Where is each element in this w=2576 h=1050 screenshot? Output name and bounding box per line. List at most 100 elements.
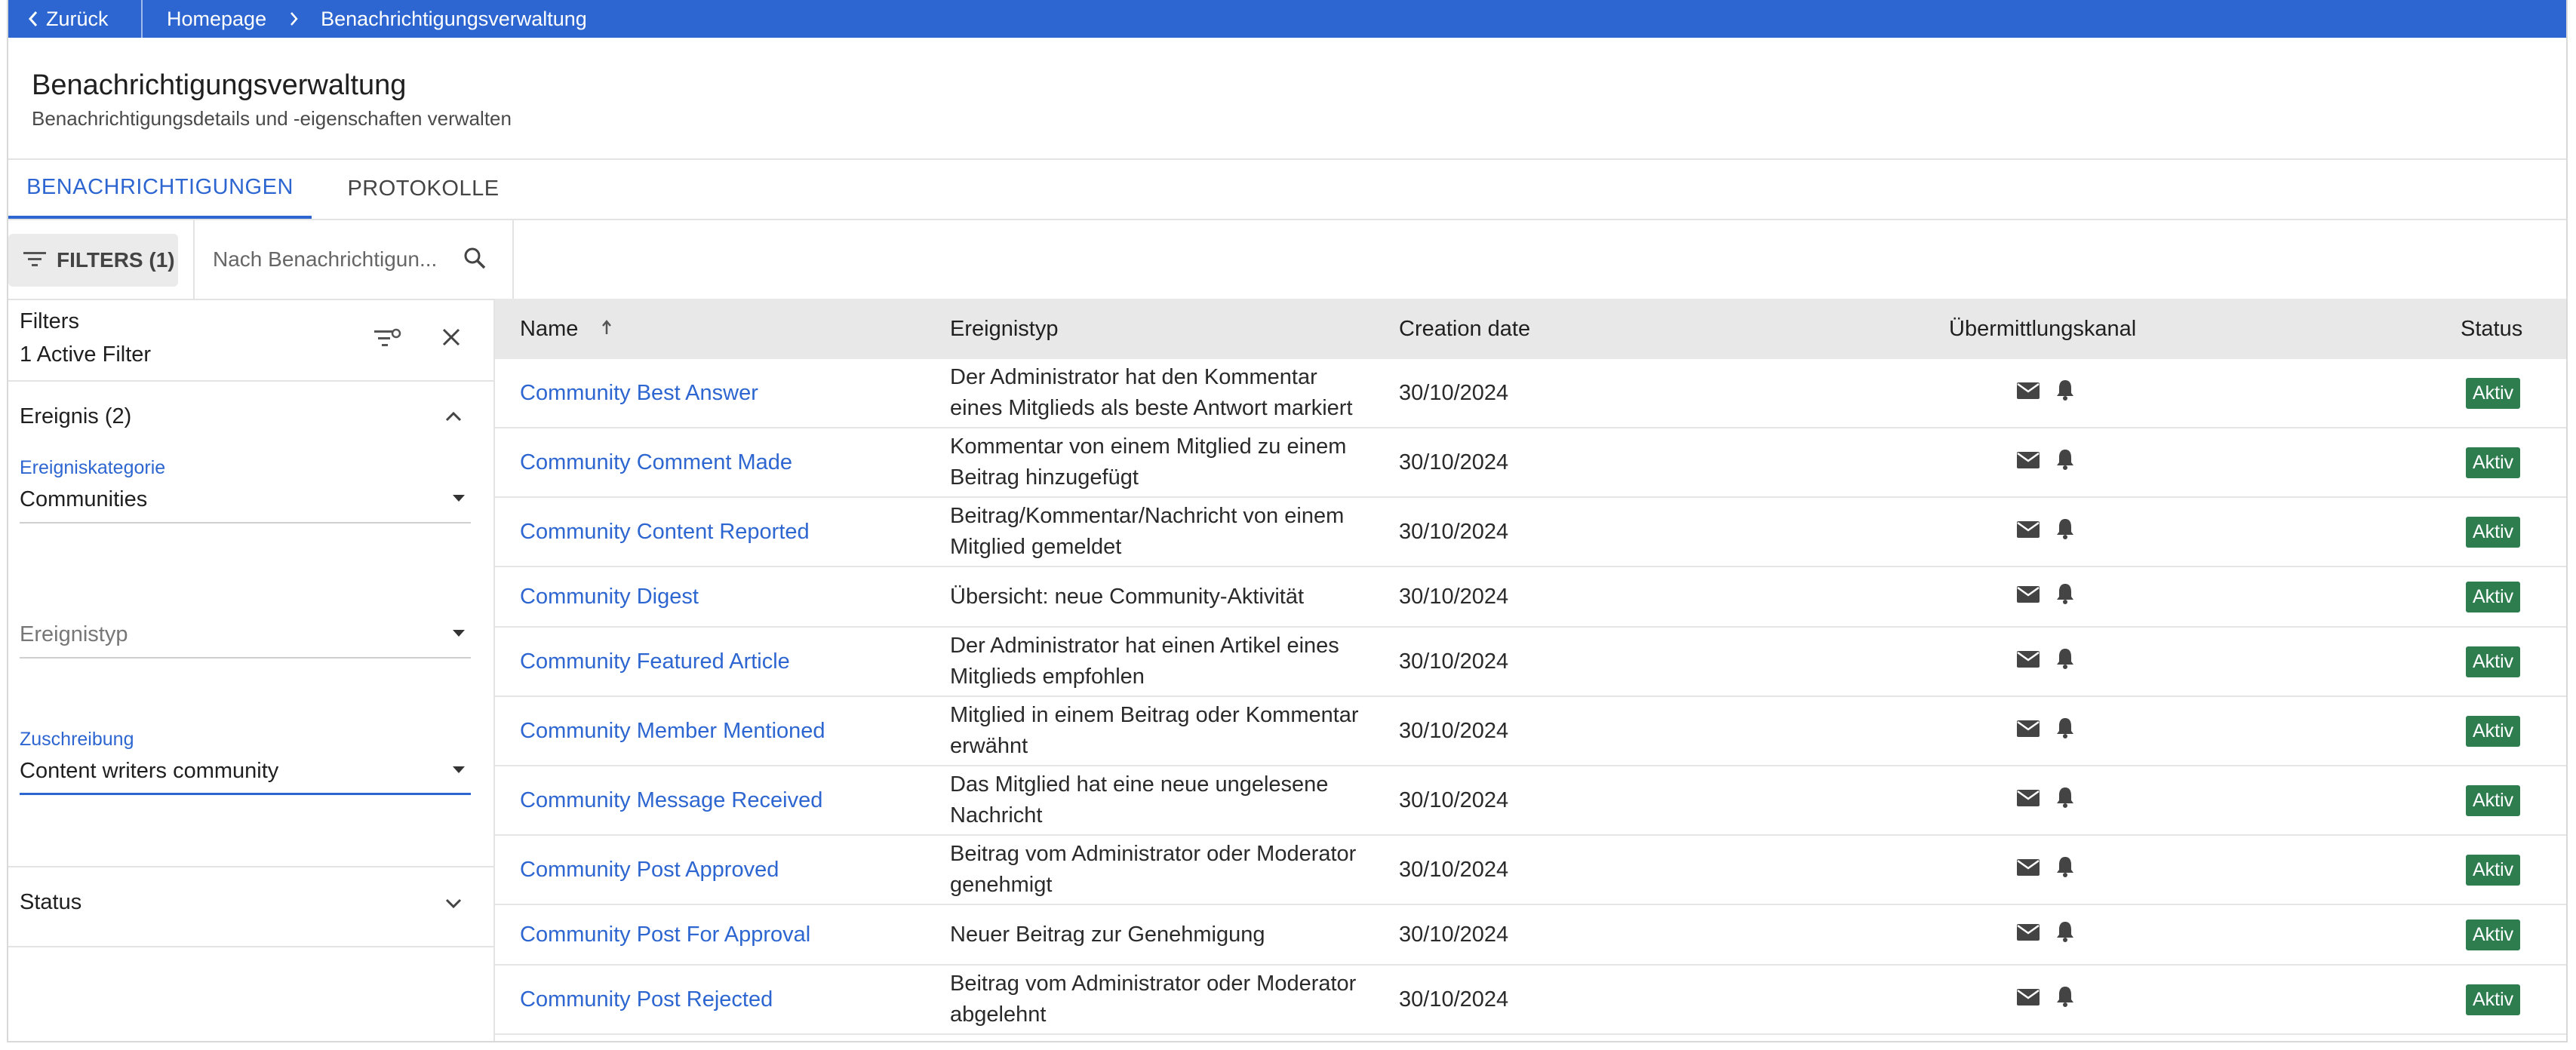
notifications-table: Name Ereignistyp Creation date Übermittl…	[495, 299, 2566, 1041]
back-button[interactable]: Zurück	[8, 8, 141, 31]
notification-name-link[interactable]: Community Message Received	[520, 766, 822, 834]
chevron-right-icon	[289, 11, 298, 26]
notification-name-link[interactable]: Community Post Rejected	[520, 966, 773, 1033]
filter-settings-icon[interactable]	[373, 327, 403, 354]
notification-name-link[interactable]: Community Post For Approval	[520, 905, 810, 964]
channel-cell	[2016, 766, 2075, 834]
page-subtitle: Benachrichtigungsdetails und -eigenschaf…	[32, 107, 512, 130]
category-label: Ereigniskategorie	[20, 457, 166, 478]
event-type-cell: Das Mitglied hat eine neue ungelesene Na…	[950, 772, 1329, 827]
status-cell: Aktiv	[2466, 905, 2521, 964]
status-badge: Aktiv	[2466, 581, 2521, 612]
event-type-select[interactable]: Ereignistyp	[20, 618, 471, 659]
notification-name-link[interactable]: Community Best Answer	[520, 359, 758, 427]
table-row[interactable]: Community Digest Übersicht: neue Communit…	[495, 567, 2566, 628]
channel-cell	[2016, 697, 2075, 765]
mail-icon	[2016, 788, 2040, 813]
chevron-left-icon	[28, 11, 38, 27]
bell-icon	[2055, 985, 2075, 1014]
column-header-event-type[interactable]: Ereignistyp	[950, 299, 1058, 359]
table-row[interactable]: Community Best Answer Der Administrator h…	[495, 359, 2566, 428]
column-header-creation-date[interactable]: Creation date	[1399, 299, 1530, 359]
chevron-down-icon[interactable]	[444, 898, 463, 913]
mail-icon	[2016, 719, 2040, 744]
creation-date-cell: 30/10/2024	[1399, 649, 1509, 674]
status-badge: Aktiv	[2466, 516, 2521, 548]
event-type-cell: Der Administrator hat einen Artikel eine…	[950, 634, 1339, 689]
chevron-up-icon[interactable]	[444, 410, 463, 426]
bell-icon	[2055, 448, 2075, 477]
table-row[interactable]: Community Featured Article Der Administra…	[495, 628, 2566, 697]
status-badge: Aktiv	[2466, 784, 2521, 816]
table-row[interactable]: Community Post Rejected Beitrag vom Admin…	[495, 966, 2566, 1035]
status-cell: Aktiv	[2466, 697, 2521, 765]
status-cell: Aktiv	[2466, 766, 2521, 834]
creation-date-cell: 30/10/2024	[1399, 450, 1509, 474]
category-select[interactable]: Communities	[20, 483, 471, 523]
event-type-cell: Beitrag vom Administrator oder Moderator…	[950, 972, 1357, 1027]
creation-date-cell: 30/10/2024	[1399, 857, 1509, 882]
event-type-cell: Der Administrator hat den Kommentar eine…	[950, 365, 1353, 420]
tab-logs[interactable]: PROTOKOLLE	[333, 158, 514, 219]
table-row[interactable]: Community Member Mentioned Mitglied in ei…	[495, 697, 2566, 766]
divider	[8, 380, 493, 382]
table-row[interactable]: Community Post For Approval Neuer Beitrag…	[495, 905, 2566, 966]
divider	[8, 866, 493, 867]
status-badge: Aktiv	[2466, 919, 2521, 950]
channel-cell	[2016, 836, 2075, 904]
close-icon[interactable]	[441, 327, 461, 351]
section-event-header[interactable]: Ereignis (2)	[20, 404, 131, 429]
search-icon[interactable]	[463, 247, 486, 273]
bell-icon	[2055, 920, 2075, 949]
status-badge: Aktiv	[2466, 377, 2521, 409]
mail-icon	[2016, 381, 2040, 406]
notification-name-link[interactable]: Community Content Reported	[520, 498, 810, 566]
status-badge: Aktiv	[2466, 715, 2521, 747]
channel-cell	[2016, 905, 2075, 964]
table-row[interactable]: Community Content Reported Beitrag/Kommen…	[495, 498, 2566, 567]
bell-icon	[2055, 855, 2075, 884]
back-label: Zurück	[46, 7, 109, 30]
column-header-channel[interactable]: Übermittlungskanal	[1949, 299, 2136, 359]
divider	[8, 946, 493, 947]
notification-name-link[interactable]: Community Featured Article	[520, 628, 790, 695]
column-name-label: Name	[520, 316, 579, 341]
breadcrumb-homepage[interactable]: Homepage	[167, 8, 266, 31]
assignment-label: Zuschreibung	[20, 729, 134, 750]
search-input[interactable]	[211, 247, 463, 272]
tab-bar: BENACHRICHTIGUNGEN PROTOKOLLE	[8, 158, 2566, 220]
table-row[interactable]: Community Message Received Das Mitglied h…	[495, 766, 2566, 836]
bell-icon	[2055, 582, 2075, 611]
event-type-cell: Mitglied in einem Beitrag oder Kommentar…	[950, 703, 1359, 758]
sort-arrow-up-icon[interactable]	[601, 317, 613, 342]
column-header-name[interactable]: Name	[520, 299, 613, 359]
creation-date-cell: 30/10/2024	[1399, 788, 1509, 812]
mail-icon	[2016, 649, 2040, 674]
channel-cell	[2016, 359, 2075, 427]
section-status-header[interactable]: Status	[20, 890, 81, 915]
notification-name-link[interactable]: Community Comment Made	[520, 428, 792, 496]
status-cell: Aktiv	[2466, 836, 2521, 904]
event-type-cell: Neuer Beitrag zur Genehmigung	[950, 922, 1265, 947]
channel-cell	[2016, 628, 2075, 695]
notification-name-link[interactable]: Community Post Approved	[520, 836, 779, 904]
filter-panel-title: Filters	[20, 309, 79, 333]
status-cell: Aktiv	[2466, 628, 2521, 695]
creation-date-cell: 30/10/2024	[1399, 718, 1509, 743]
assignment-value: Content writers community	[20, 759, 279, 783]
column-header-status[interactable]: Status	[2461, 299, 2522, 359]
status-cell: Aktiv	[2466, 567, 2521, 626]
event-type-placeholder: Ereignistyp	[20, 622, 128, 646]
status-badge: Aktiv	[2466, 447, 2521, 478]
notification-name-link[interactable]: Community Digest	[520, 567, 699, 626]
status-cell: Aktiv	[2466, 359, 2521, 427]
channel-cell	[2016, 498, 2075, 566]
assignment-select[interactable]: Content writers community	[20, 754, 471, 795]
tab-notifications[interactable]: BENACHRICHTIGUNGEN	[8, 158, 312, 219]
active-filter-count: 1 Active Filter	[20, 342, 152, 367]
table-row[interactable]: Community Post Approved Beitrag vom Admin…	[495, 836, 2566, 905]
notification-name-link[interactable]: Community Member Mentioned	[520, 697, 825, 765]
creation-date-cell: 30/10/2024	[1399, 922, 1509, 947]
table-row[interactable]: Community Comment Made Kommentar von eine…	[495, 428, 2566, 498]
filters-button[interactable]: FILTERS (1)	[8, 234, 178, 287]
